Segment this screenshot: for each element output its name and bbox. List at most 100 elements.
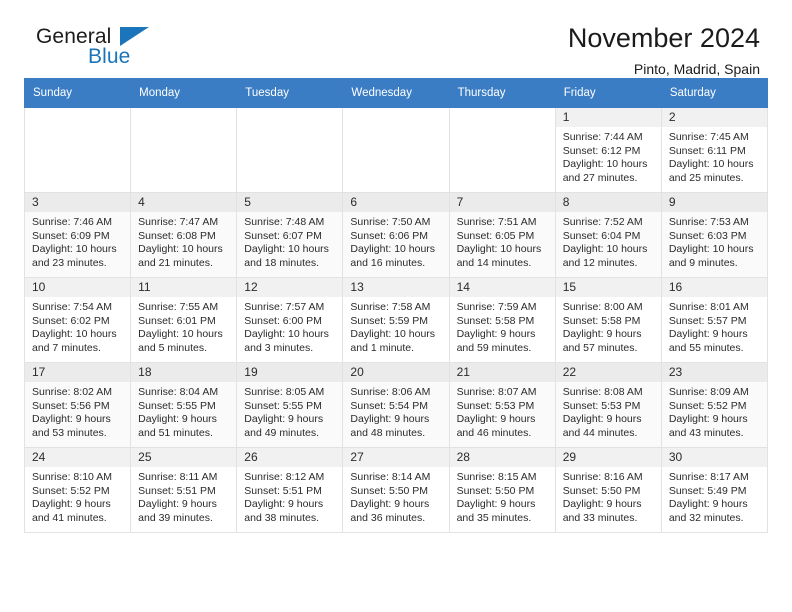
calendar-cell-empty: [448, 107, 556, 193]
calendar-day-cell[interactable]: 14 Sunrise: 7:59 AM Sunset: 5:58 PM Dayligh…: [448, 277, 556, 363]
calendar-day-cell[interactable]: 18 Sunrise: 8:04 AM Sunset: 5:55 PM Dayligh…: [130, 362, 238, 448]
day-sun-info: Sunrise: 8:11 AM Sunset: 5:51 PM Daylight:…: [131, 467, 236, 525]
day-sun-info: Sunrise: 8:09 AM Sunset: 5:52 PM Daylight:…: [662, 382, 767, 440]
calendar-day-cell[interactable]: 4 Sunrise: 7:47 AM Sunset: 6:08 PM Daylight…: [130, 192, 238, 278]
calendar-day-cell[interactable]: 20 Sunrise: 8:06 AM Sunset: 5:54 PM Dayligh…: [342, 362, 450, 448]
daylight-text-line1: Daylight: 9 hours: [668, 498, 748, 511]
calendar-day-cell[interactable]: 8 Sunrise: 7:52 AM Sunset: 6:04 PM Daylight…: [554, 192, 662, 278]
day-sun-info: Sunrise: 8:10 AM Sunset: 5:52 PM Daylight:…: [25, 467, 130, 525]
daylight-text-line2: and 21 minutes.: [138, 256, 213, 269]
daylight-text-line1: Daylight: 9 hours: [456, 413, 536, 426]
day-cell-content: 27 Sunrise: 8:14 AM Sunset: 5:50 PM Dayligh…: [343, 448, 449, 532]
calendar-day-cell[interactable]: 1 Sunrise: 7:44 AM Sunset: 6:12 PM Daylight…: [554, 107, 662, 193]
daylight-text-line1: Daylight: 9 hours: [668, 328, 748, 341]
calendar-day-cell[interactable]: 6 Sunrise: 7:50 AM Sunset: 6:06 PM Daylight…: [342, 192, 450, 278]
daylight-text-line1: Daylight: 9 hours: [244, 413, 324, 426]
daylight-text-line2: and 41 minutes.: [32, 511, 107, 524]
day-sun-info: Sunrise: 8:06 AM Sunset: 5:54 PM Daylight:…: [343, 382, 448, 440]
daylight-text-line1: Daylight: 10 hours: [350, 243, 436, 256]
day-cell-content: 19 Sunrise: 8:05 AM Sunset: 5:55 PM Dayligh…: [237, 363, 343, 447]
calendar-day-cell[interactable]: 15 Sunrise: 8:00 AM Sunset: 5:58 PM Dayligh…: [554, 277, 662, 363]
day-sun-info: Sunrise: 8:07 AM Sunset: 5:53 PM Daylight:…: [450, 382, 555, 440]
day-sun-info: Sunrise: 7:47 AM Sunset: 6:08 PM Daylight:…: [131, 212, 236, 270]
calendar-day-cell[interactable]: 5 Sunrise: 7:48 AM Sunset: 6:07 PM Daylight…: [236, 192, 344, 278]
day-number: 9: [661, 193, 767, 212]
day-number: 11: [131, 278, 237, 297]
sunset-text: Sunset: 5:58 PM: [562, 314, 641, 327]
calendar-day-cell[interactable]: 17 Sunrise: 8:02 AM Sunset: 5:56 PM Dayligh…: [23, 362, 132, 448]
daylight-text-line1: Daylight: 9 hours: [138, 498, 217, 511]
calendar-day-cell[interactable]: 3 Sunrise: 7:46 AM Sunset: 6:09 PM Daylight…: [23, 192, 132, 278]
weekday-header-saturday: Saturday: [660, 78, 769, 108]
day-sun-info: Sunrise: 7:59 AM Sunset: 5:58 PM Daylight:…: [450, 297, 555, 355]
day-number: 29: [555, 448, 661, 467]
daylight-text-line2: and 9 minutes.: [668, 256, 738, 269]
day-sun-info: Sunrise: 8:16 AM Sunset: 5:50 PM Daylight:…: [556, 467, 661, 525]
sunset-text: Sunset: 5:51 PM: [138, 484, 216, 497]
sunrise-text: Sunrise: 8:17 AM: [668, 471, 749, 483]
sunrise-text: Sunrise: 7:58 AM: [350, 301, 431, 313]
calendar-day-cell[interactable]: 19 Sunrise: 8:05 AM Sunset: 5:55 PM Dayligh…: [236, 362, 344, 448]
calendar-table: Sunday Monday Tuesday Wednesday Thursday…: [23, 78, 769, 533]
day-number: 7: [449, 193, 555, 212]
calendar-day-cell[interactable]: 16 Sunrise: 8:01 AM Sunset: 5:57 PM Dayligh…: [660, 277, 769, 363]
day-cell-content: 18 Sunrise: 8:04 AM Sunset: 5:55 PM Dayligh…: [131, 363, 237, 447]
calendar-day-cell[interactable]: 12 Sunrise: 7:57 AM Sunset: 6:00 PM Dayligh…: [236, 277, 344, 363]
day-cell-content: 16 Sunrise: 8:01 AM Sunset: 5:57 PM Dayligh…: [661, 278, 767, 362]
day-cell-content: 24 Sunrise: 8:10 AM Sunset: 5:52 PM Dayligh…: [25, 448, 131, 532]
sunrise-text: Sunrise: 7:57 AM: [244, 301, 325, 313]
day-sun-info: Sunrise: 7:51 AM Sunset: 6:05 PM Daylight:…: [450, 212, 555, 270]
daylight-text-line1: Daylight: 10 hours: [668, 158, 754, 171]
sunrise-text: Sunrise: 8:10 AM: [32, 471, 112, 483]
sunrise-text: Sunrise: 8:07 AM: [456, 386, 537, 398]
day-cell-content: 22 Sunrise: 8:08 AM Sunset: 5:53 PM Dayligh…: [555, 363, 661, 447]
day-number: 26: [237, 448, 343, 467]
daylight-text-line2: and 43 minutes.: [668, 426, 744, 439]
day-number: 8: [555, 193, 661, 212]
calendar-day-cell[interactable]: 9 Sunrise: 7:53 AM Sunset: 6:03 PM Daylight…: [660, 192, 769, 278]
calendar-day-cell[interactable]: 26 Sunrise: 8:12 AM Sunset: 5:51 PM Dayligh…: [236, 447, 344, 533]
sunset-text: Sunset: 6:04 PM: [562, 229, 641, 242]
daylight-text-line2: and 27 minutes.: [562, 171, 638, 184]
sunset-text: Sunset: 5:55 PM: [138, 399, 216, 412]
calendar-day-cell[interactable]: 28 Sunrise: 8:15 AM Sunset: 5:50 PM Dayligh…: [448, 447, 556, 533]
calendar-day-cell[interactable]: 11 Sunrise: 7:55 AM Sunset: 6:01 PM Dayligh…: [130, 277, 238, 363]
daylight-text-line1: Daylight: 9 hours: [350, 413, 430, 426]
calendar-day-cell[interactable]: 25 Sunrise: 8:11 AM Sunset: 5:51 PM Dayligh…: [130, 447, 238, 533]
daylight-text-line1: Daylight: 9 hours: [32, 413, 111, 426]
general-blue-logo[interactable]: General Blue: [24, 24, 164, 72]
calendar-day-cell[interactable]: 21 Sunrise: 8:07 AM Sunset: 5:53 PM Dayligh…: [448, 362, 556, 448]
sunset-text: Sunset: 6:00 PM: [244, 314, 322, 327]
day-cell-content: 28 Sunrise: 8:15 AM Sunset: 5:50 PM Dayligh…: [449, 448, 555, 532]
calendar-day-cell[interactable]: 13 Sunrise: 7:58 AM Sunset: 5:59 PM Dayligh…: [342, 277, 450, 363]
calendar-week-row: 1 Sunrise: 7:44 AM Sunset: 6:12 PM Daylight…: [23, 107, 769, 193]
calendar-day-cell[interactable]: 23 Sunrise: 8:09 AM Sunset: 5:52 PM Dayligh…: [660, 362, 769, 448]
calendar-day-cell[interactable]: 2 Sunrise: 7:45 AM Sunset: 6:11 PM Daylight…: [660, 107, 769, 193]
calendar-day-cell[interactable]: 10 Sunrise: 7:54 AM Sunset: 6:02 PM Dayligh…: [23, 277, 132, 363]
day-cell-content: 3 Sunrise: 7:46 AM Sunset: 6:09 PM Daylight…: [25, 193, 131, 277]
calendar-day-cell[interactable]: 22 Sunrise: 8:08 AM Sunset: 5:53 PM Dayligh…: [554, 362, 662, 448]
day-cell-content: 21 Sunrise: 8:07 AM Sunset: 5:53 PM Dayligh…: [449, 363, 555, 447]
calendar-week-row: 24 Sunrise: 8:10 AM Sunset: 5:52 PM Dayligh…: [23, 447, 769, 533]
day-cell-content: 15 Sunrise: 8:00 AM Sunset: 5:58 PM Dayligh…: [555, 278, 661, 362]
calendar-day-cell[interactable]: 29 Sunrise: 8:16 AM Sunset: 5:50 PM Dayligh…: [554, 447, 662, 533]
daylight-text-line2: and 25 minutes.: [668, 171, 744, 184]
day-cell-content: 23 Sunrise: 8:09 AM Sunset: 5:52 PM Dayligh…: [661, 363, 767, 447]
day-number: 25: [131, 448, 237, 467]
sunrise-text: Sunrise: 7:50 AM: [350, 216, 431, 228]
calendar-day-cell[interactable]: 24 Sunrise: 8:10 AM Sunset: 5:52 PM Dayligh…: [23, 447, 132, 533]
calendar-day-cell[interactable]: 7 Sunrise: 7:51 AM Sunset: 6:05 PM Daylight…: [448, 192, 556, 278]
daylight-text-line2: and 14 minutes.: [456, 256, 532, 269]
sunset-text: Sunset: 6:06 PM: [350, 229, 429, 242]
calendar-day-cell[interactable]: 30 Sunrise: 8:17 AM Sunset: 5:49 PM Dayligh…: [660, 447, 769, 533]
day-number: 19: [237, 363, 343, 382]
title-block: November 2024 Pinto, Madrid, Spain: [568, 24, 768, 78]
day-number: 28: [449, 448, 555, 467]
calendar-day-cell[interactable]: 27 Sunrise: 8:14 AM Sunset: 5:50 PM Dayligh…: [342, 447, 450, 533]
daylight-text-line2: and 35 minutes.: [456, 511, 532, 524]
sunset-text: Sunset: 6:03 PM: [668, 229, 747, 242]
daylight-text-line1: Daylight: 10 hours: [32, 328, 117, 341]
day-number: 3: [25, 193, 131, 212]
sunrise-text: Sunrise: 7:46 AM: [32, 216, 112, 228]
day-sun-info: Sunrise: 8:15 AM Sunset: 5:50 PM Daylight:…: [450, 467, 555, 525]
